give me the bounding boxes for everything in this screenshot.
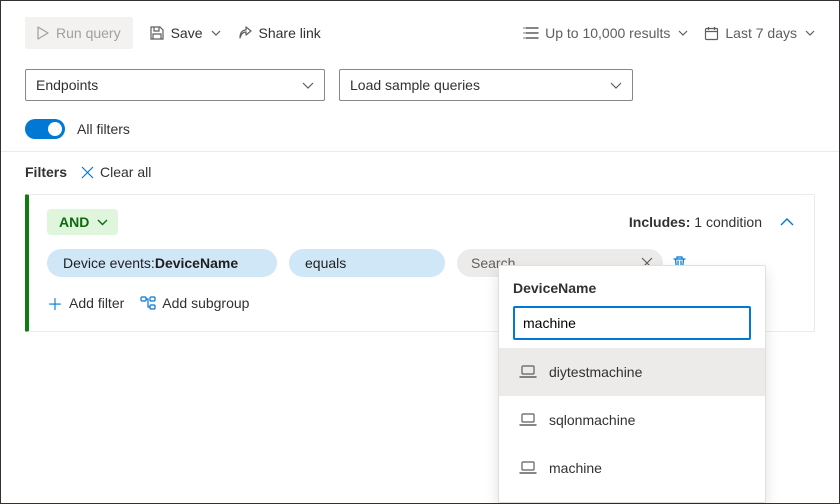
- calendar-icon: [704, 26, 719, 41]
- chevron-up-icon[interactable]: [780, 218, 794, 226]
- option-label: diytestmachine: [549, 364, 642, 380]
- all-filters-toggle[interactable]: [25, 119, 65, 139]
- option-label: sqlonmachine: [549, 412, 635, 428]
- divider: [1, 151, 839, 152]
- endpoints-label: Endpoints: [36, 77, 98, 93]
- save-button[interactable]: Save: [149, 17, 221, 49]
- plus-icon: ＋: [47, 291, 63, 315]
- clear-all-label: Clear all: [100, 164, 151, 180]
- operator-pill[interactable]: AND: [47, 209, 118, 235]
- chevron-down-icon: [610, 82, 622, 89]
- share-link-button[interactable]: Share link: [237, 17, 321, 49]
- time-range-label: Last 7 days: [725, 25, 797, 41]
- suggestion-option[interactable]: diytestmachine: [499, 348, 765, 396]
- laptop-icon: [519, 413, 537, 427]
- operator-label: AND: [59, 214, 89, 230]
- suggestion-option[interactable]: sqlonmachine: [499, 396, 765, 444]
- add-subgroup-label: Add subgroup: [162, 295, 249, 311]
- laptop-icon: [519, 365, 537, 379]
- toggle-thumb: [48, 122, 62, 136]
- sample-queries-label: Load sample queries: [350, 77, 480, 93]
- close-icon: [81, 166, 94, 179]
- clear-all-button[interactable]: Clear all: [81, 164, 151, 180]
- run-query-label: Run query: [56, 25, 121, 41]
- includes-summary: Includes: 1 condition: [629, 214, 762, 230]
- chevron-down-icon: [678, 30, 688, 36]
- save-label: Save: [171, 25, 203, 41]
- panel-search-input[interactable]: [513, 306, 751, 340]
- field-pill[interactable]: Device events: DeviceName: [47, 249, 277, 277]
- share-icon: [237, 25, 253, 41]
- chevron-down-icon: [211, 30, 221, 36]
- option-label: machine: [549, 460, 602, 476]
- play-icon: [37, 26, 49, 40]
- endpoints-dropdown[interactable]: Endpoints: [25, 69, 325, 101]
- chevron-down-icon: [97, 219, 108, 226]
- time-range-button[interactable]: Last 7 days: [704, 17, 815, 49]
- chevron-down-icon: [805, 30, 815, 36]
- filters-label: Filters: [25, 164, 67, 180]
- field-name: DeviceName: [155, 255, 238, 271]
- save-icon: [149, 25, 165, 41]
- field-prefix: Device events:: [63, 255, 155, 271]
- add-subgroup-button[interactable]: Add subgroup: [140, 295, 249, 311]
- panel-title: DeviceName: [513, 280, 751, 296]
- toolbar: Run query Save Share link: [25, 15, 815, 51]
- suggestion-option[interactable]: machine: [499, 444, 765, 492]
- add-filter-button[interactable]: ＋ Add filter: [47, 291, 124, 315]
- all-filters-label: All filters: [77, 121, 130, 137]
- add-filter-label: Add filter: [69, 295, 124, 311]
- operator-equals-pill[interactable]: equals: [289, 249, 445, 277]
- subgroup-icon: [140, 296, 156, 310]
- share-label: Share link: [259, 25, 321, 41]
- list-icon: [523, 26, 539, 40]
- laptop-icon: [519, 461, 537, 475]
- chevron-down-icon: [302, 82, 314, 89]
- equals-label: equals: [305, 255, 346, 271]
- run-query-button[interactable]: Run query: [25, 17, 133, 49]
- results-limit-label: Up to 10,000 results: [545, 25, 670, 41]
- results-limit-button[interactable]: Up to 10,000 results: [523, 17, 688, 49]
- sample-queries-dropdown[interactable]: Load sample queries: [339, 69, 633, 101]
- suggestion-panel: DeviceName diytestmachine sqlonmachine: [498, 265, 766, 503]
